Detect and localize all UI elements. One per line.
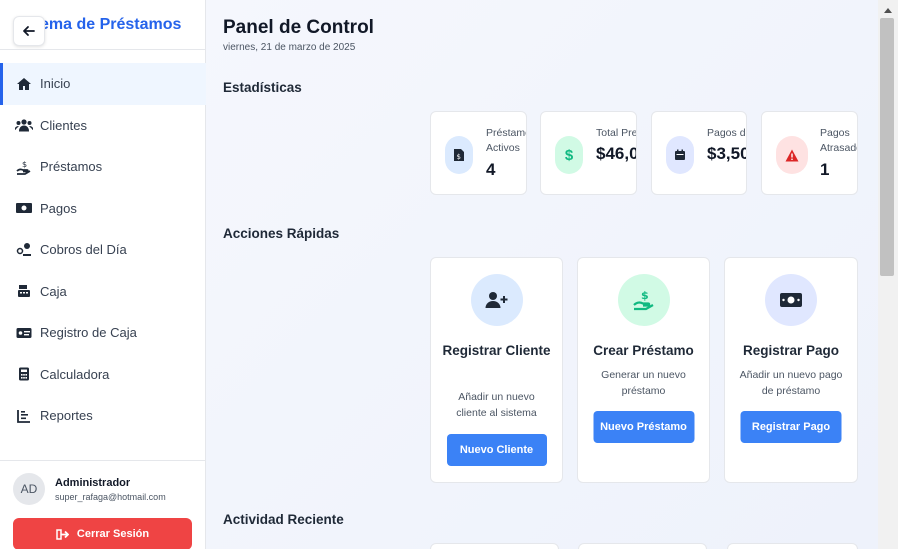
svg-text:$: $: [22, 160, 27, 169]
home-icon: [14, 76, 34, 92]
coins-hand-icon: [14, 242, 34, 258]
action-title: Registrar Cliente: [442, 343, 551, 358]
stat-card-pagos-atrasados[interactable]: Pagos Atrasados 1: [761, 111, 858, 195]
sidebar-item-pagos[interactable]: Pagos: [0, 188, 206, 230]
stat-card-prestamos-activos[interactable]: $ Préstamos Activos 4: [430, 111, 527, 195]
stat-card-pagos-del-dia[interactable]: Pagos del D $3,508: [651, 111, 747, 195]
stat-label: Total Presta: [596, 127, 637, 139]
stat-value: 4: [486, 160, 496, 179]
new-loan-button[interactable]: Nuevo Préstamo: [593, 411, 694, 443]
action-desc: Añadir un nuevo cliente al sistema: [456, 391, 537, 419]
collapse-sidebar-button[interactable]: [13, 16, 45, 46]
scrollbar[interactable]: [878, 0, 898, 549]
dollar-icon: $: [555, 136, 583, 174]
sidebar-item-label: Inicio: [40, 76, 71, 92]
stat-value: $3,508: [707, 144, 746, 163]
user-email: super_rafaga@hotmail.com: [55, 492, 166, 502]
stat-label: Préstamos Activos: [486, 127, 526, 154]
action-card-registrar-cliente: Registrar Cliente Añadir un nuevo client…: [430, 257, 563, 483]
hand-holding-dollar-icon: $: [617, 274, 670, 326]
register-payment-button[interactable]: Registrar Pago: [740, 411, 842, 443]
sidebar-item-label: Calculadora: [40, 366, 110, 382]
chart-icon: [14, 408, 34, 424]
action-desc: Añadir un nuevo pago de préstamo: [739, 369, 843, 397]
user-name: Administrador: [55, 477, 131, 489]
avatar: AD: [13, 473, 45, 505]
sidebar-item-inicio[interactable]: Inicio: [0, 63, 206, 105]
cash-register-icon: [14, 283, 34, 299]
sidebar-item-clientes[interactable]: Clientes: [0, 105, 206, 147]
app-title: ema de Préstamos: [40, 16, 182, 33]
svg-text:$: $: [641, 289, 649, 302]
sidebar-item-cobros-del-dia[interactable]: Cobros del Día: [0, 229, 206, 271]
user-panel: AD Administrador super_rafaga@hotmail.co…: [0, 460, 206, 549]
scroll-up-arrow-icon[interactable]: [878, 4, 898, 16]
file-invoice-icon: $: [445, 136, 473, 174]
sidebar-item-label: Caja: [40, 283, 67, 299]
stat-label: Pagos del D: [707, 127, 746, 139]
calendar-icon: [666, 136, 694, 174]
sidebar-item-calculadora[interactable]: Calculadora: [0, 354, 206, 396]
action-title: Registrar Pago: [742, 343, 840, 358]
sidebar-item-registro-de-caja[interactable]: Registro de Caja: [0, 312, 206, 354]
stats-heading: Estadísticas: [223, 80, 302, 95]
arrow-left-icon: [23, 26, 35, 36]
sidebar-item-caja[interactable]: Caja: [0, 271, 206, 313]
sidebar-item-label: Pagos: [40, 200, 77, 216]
money-bill-icon: [14, 200, 34, 216]
sidebar: ema de Préstamos Inicio Clientes $ Prést…: [0, 0, 206, 549]
action-card-crear-prestamo: $ Crear Préstamo Generar un nuevo présta…: [577, 257, 710, 483]
scrollbar-thumb[interactable]: [880, 18, 894, 276]
logout-button[interactable]: Cerrar Sesión: [13, 518, 192, 549]
money-bill-icon: [765, 274, 817, 326]
action-card-registrar-pago: Registrar Pago Añadir un nuevo pago de p…: [724, 257, 858, 483]
action-title: Crear Préstamo: [593, 343, 694, 358]
sidebar-nav: Inicio Clientes $ Préstamos Pagos Cobros…: [0, 63, 206, 437]
warning-icon: [776, 136, 808, 174]
quick-actions-heading: Acciones Rápidas: [223, 226, 340, 241]
users-icon: [14, 117, 34, 133]
hand-holding-dollar-icon: $: [14, 159, 34, 175]
page-title: Panel de Control: [223, 17, 374, 38]
stat-card-total-prestado[interactable]: $ Total Presta $46,00: [540, 111, 637, 195]
sidebar-header: ema de Préstamos: [0, 0, 206, 50]
activity-card: [727, 543, 858, 549]
sidebar-item-reportes[interactable]: Reportes: [0, 395, 206, 437]
sidebar-item-label: Reportes: [40, 408, 93, 424]
action-desc: Generar un nuevo préstamo: [601, 369, 686, 397]
user-plus-icon: [470, 274, 523, 326]
activity-card: [578, 543, 707, 549]
new-client-button[interactable]: Nuevo Cliente: [446, 434, 547, 466]
svg-text:$: $: [457, 153, 461, 161]
sidebar-item-label: Registro de Caja: [40, 325, 137, 341]
calculator-icon: [14, 366, 34, 382]
sidebar-item-label: Clientes: [40, 117, 87, 133]
activity-card: [430, 543, 559, 549]
stat-label: Pagos Atrasados: [820, 127, 857, 154]
page-date: viernes, 21 de marzo de 2025: [223, 42, 356, 53]
logout-label: Cerrar Sesión: [76, 528, 150, 540]
sidebar-item-label: Cobros del Día: [40, 242, 127, 258]
id-card-icon: [14, 325, 34, 341]
stat-value: $46,00: [596, 144, 636, 163]
sidebar-item-label: Préstamos: [40, 159, 103, 175]
sidebar-item-prestamos[interactable]: $ Préstamos: [0, 146, 206, 188]
sign-out-icon: [56, 528, 69, 540]
recent-activity-heading: Actividad Reciente: [223, 512, 344, 527]
stat-value: 1: [820, 160, 830, 179]
